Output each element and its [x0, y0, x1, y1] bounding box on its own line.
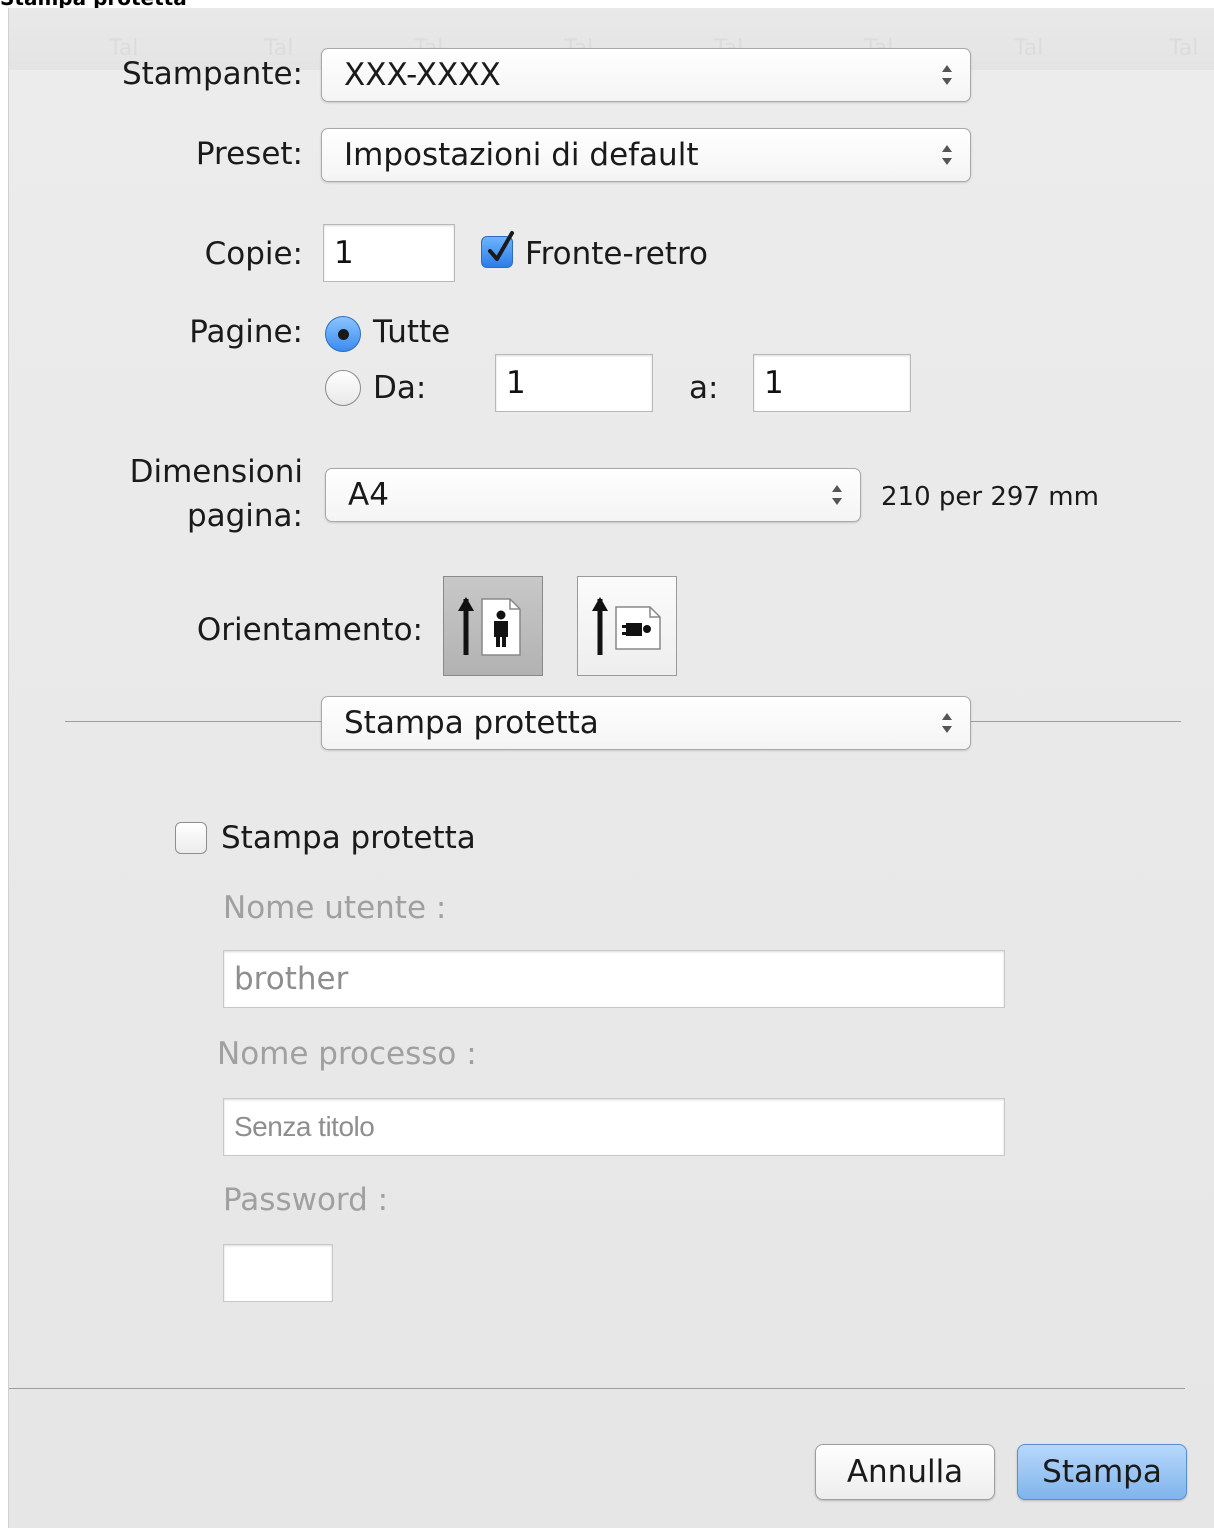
popup-arrows-icon [940, 709, 954, 737]
section-popup-value: Stampa protetta [344, 705, 599, 741]
popup-arrows-icon [940, 61, 954, 89]
paper-size-label-line1: Dimensioni [129, 454, 303, 490]
job-name-field[interactable]: Senza titolo [223, 1098, 1005, 1156]
landscape-orientation-icon [592, 597, 661, 655]
paper-size-label-line2: pagina: [186, 498, 303, 534]
ghost-tab: Tal [1014, 36, 1044, 61]
copies-field[interactable]: 1 [323, 224, 455, 282]
duplex-label: Fronte-retro [525, 236, 708, 272]
printer-value: XXX-XXXX [344, 57, 501, 93]
preset-popup[interactable]: Impostazioni di default [321, 128, 971, 182]
orientation-landscape-button[interactable] [577, 576, 677, 676]
orientation-portrait-button[interactable] [443, 576, 543, 676]
popup-arrows-icon [830, 481, 844, 509]
pages-all-radio[interactable] [325, 316, 361, 352]
popup-arrows-icon [940, 141, 954, 169]
pages-label: Pagine: [189, 314, 303, 350]
pages-range-radio[interactable] [325, 370, 361, 406]
printer-popup[interactable]: XXX-XXXX [321, 48, 971, 102]
checkmark-icon [488, 231, 514, 261]
username-label: Nome utente : [223, 890, 447, 926]
pages-all-label: Tutte [373, 314, 451, 350]
pages-from-field[interactable]: 1 [495, 354, 653, 412]
copies-label: Copie: [204, 236, 303, 272]
job-name-label: Nome processo : [217, 1036, 477, 1072]
cancel-button[interactable]: Annulla [815, 1444, 995, 1500]
orientation-label: Orientamento: [196, 612, 423, 648]
paper-size-value: A4 [348, 477, 389, 513]
section-divider-left [65, 721, 321, 722]
portrait-orientation-icon [458, 597, 521, 656]
preset-value: Impostazioni di default [344, 137, 699, 173]
pages-to-label: a: [689, 370, 719, 406]
preset-label: Preset: [195, 136, 303, 172]
secure-print-checkbox[interactable] [175, 822, 207, 854]
paper-dimensions: 210 per 297 mm [881, 482, 1099, 512]
ghost-tab: Tal [1169, 36, 1199, 61]
print-button[interactable]: Stampa [1017, 1444, 1187, 1500]
print-dialog: Tal Tal Tal Tal Tal Tal Tal Tal Stampant… [8, 8, 1214, 1528]
section-divider-right [971, 721, 1181, 722]
section-popup[interactable]: Stampa protetta [321, 696, 971, 750]
secure-print-label: Stampa protetta [221, 820, 476, 856]
pages-range-label: Da: [373, 370, 427, 406]
paper-size-popup[interactable]: A4 [325, 468, 861, 522]
username-field[interactable]: brother [223, 950, 1005, 1008]
printer-label: Stampante: [121, 56, 303, 92]
password-field[interactable] [223, 1244, 333, 1302]
password-label: Password : [223, 1182, 389, 1218]
pages-to-field[interactable]: 1 [753, 354, 911, 412]
duplex-checkbox[interactable] [481, 231, 514, 268]
footer-divider [9, 1388, 1185, 1389]
